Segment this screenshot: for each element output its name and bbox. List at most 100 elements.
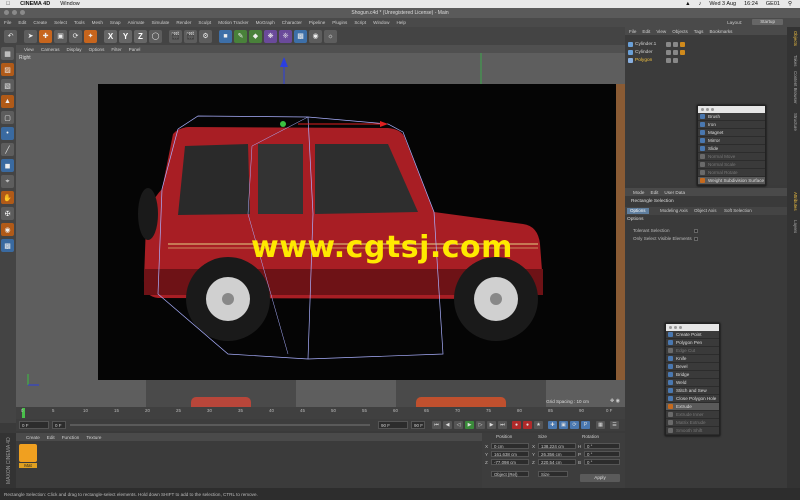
viewport-menu-filter[interactable]: Filter — [111, 47, 121, 52]
tweak-mode-icon[interactable]: ✋ — [1, 191, 14, 204]
wifi-icon[interactable]: ▲ — [685, 1, 690, 7]
size-x-field[interactable]: 138.224 cm — [538, 443, 576, 449]
material-menu-edit[interactable]: Edit — [47, 435, 55, 440]
material-menu-function[interactable]: Function — [62, 435, 80, 440]
material-manager[interactable]: Mat — [16, 441, 482, 488]
move-icon[interactable]: ✚ — [39, 29, 52, 43]
visibility-dot-icon[interactable] — [666, 58, 671, 63]
palette-item-extrude[interactable]: Extrude — [666, 403, 719, 411]
autokey-button[interactable]: ● — [523, 421, 532, 429]
scale-icon[interactable]: ▣ — [54, 29, 67, 43]
only-visible-checkbox[interactable] — [694, 237, 698, 241]
palette-item-polygon-pen[interactable]: Polygon Pen — [666, 339, 719, 347]
palette-item-magnet[interactable]: Magnet — [698, 129, 765, 137]
menu-plugins[interactable]: Plugins — [332, 20, 347, 25]
next-key-button[interactable]: ▶ — [487, 421, 496, 429]
tab-options[interactable]: Options — [627, 208, 649, 214]
rotate-icon[interactable]: ⟳ — [69, 29, 82, 43]
menu-mograph[interactable]: MoGraph — [256, 20, 275, 25]
rotation-b-field[interactable]: 0 ° — [584, 459, 620, 465]
palette-item-normal-scale[interactable]: Normal Scale — [698, 161, 765, 169]
palette-item-normal-move[interactable]: Normal Move — [698, 153, 765, 161]
palette-item-knife[interactable]: Knife — [666, 355, 719, 363]
material-name[interactable]: Mat — [19, 463, 37, 468]
tab-soft-selection[interactable]: Soft Selection — [721, 208, 755, 214]
polygons-mode-icon[interactable]: ◼ — [1, 159, 14, 172]
key-pla-button[interactable]: ▦ — [596, 421, 605, 429]
visibility-dot-icon[interactable] — [666, 42, 671, 47]
obj-menu-edit[interactable]: Edit — [642, 29, 650, 34]
floor-icon[interactable]: ▩ — [294, 29, 307, 43]
menu-file[interactable]: File — [4, 20, 11, 25]
position-x-field[interactable]: 0 cm — [491, 443, 529, 449]
viewport-menu-panel[interactable]: Panel — [129, 47, 141, 52]
zoom-window-button[interactable] — [20, 10, 25, 15]
record-key-button[interactable]: ● — [512, 421, 521, 429]
palette-item-stitch-sew[interactable]: Stitch and Sew — [666, 387, 719, 395]
viewport-menu-cameras[interactable]: Cameras — [41, 47, 60, 52]
range-slider[interactable] — [70, 424, 370, 426]
mac-app-name[interactable]: CINEMA 4D — [20, 1, 50, 7]
menu-simulate[interactable]: Simulate — [151, 20, 169, 25]
palette-item-edge-cut[interactable]: Edge Cut — [666, 347, 719, 355]
palette-item-bevel[interactable]: Bevel — [666, 363, 719, 371]
pan-icon[interactable]: ✥ — [610, 398, 614, 404]
menu-tools[interactable]: Tools — [74, 20, 85, 25]
palette-item-create-point[interactable]: Create Point — [666, 331, 719, 339]
material-menu-texture[interactable]: Texture — [86, 435, 101, 440]
axis-mode-icon[interactable]: ⌖ — [1, 175, 14, 188]
menu-edit[interactable]: Edit — [18, 20, 26, 25]
material-menu-create[interactable]: Create — [26, 435, 40, 440]
menu-select[interactable]: Select — [54, 20, 67, 25]
size-y-field[interactable]: 26.356 cm — [538, 451, 576, 457]
palette-item-smooth-shift[interactable]: Smooth Shift — [666, 427, 719, 435]
keyframe-selection-button[interactable]: ★ — [534, 421, 543, 429]
att-menu-edit[interactable]: Edit — [651, 190, 659, 195]
snap-icon[interactable]: ✠ — [1, 207, 14, 220]
object-name[interactable]: Cylinder — [635, 50, 653, 55]
tab-objects[interactable]: Objects — [790, 31, 798, 46]
palette-item-normal-rotate[interactable]: Normal Rotate — [698, 169, 765, 177]
obj-menu-file[interactable]: File — [629, 29, 636, 34]
menu-character[interactable]: Character — [282, 20, 302, 25]
volume-icon[interactable]: ♪ — [699, 1, 702, 7]
object-name[interactable]: Cylinder.1 — [635, 42, 656, 47]
undo-icon[interactable]: ↶ — [4, 29, 17, 43]
viewport-right[interactable]: Right Grid Spacing: 10 cm ✥ ◉ www.cgtsj… — [16, 53, 625, 407]
position-y-field[interactable]: 161.638 cm — [491, 451, 529, 457]
tab-layers[interactable]: Layers — [790, 220, 798, 233]
start-frame-field[interactable]: 0 F — [19, 421, 49, 429]
y-axis-lock-button[interactable]: Y — [119, 29, 132, 43]
select-arrow-icon[interactable]: ➤ — [24, 29, 37, 43]
previous-frame-button[interactable]: ◁ — [454, 421, 463, 429]
tab-object-axis[interactable]: Object Axis — [691, 208, 720, 214]
object-row-cylinder-1[interactable]: Cylinder.1 — [628, 41, 685, 48]
points-mode-icon[interactable]: • — [1, 127, 14, 140]
menu-motion-tracker[interactable]: Motion Tracker — [218, 20, 248, 25]
light-icon[interactable]: ☼ — [324, 29, 337, 43]
texture-tag-icon[interactable] — [680, 50, 685, 55]
timeline-menu-button[interactable]: ☰ — [610, 421, 619, 429]
rotation-p-field[interactable]: 0 ° — [584, 451, 620, 457]
menu-mesh[interactable]: Mesh — [92, 20, 103, 25]
workplane-icon[interactable]: ▧ — [1, 79, 14, 92]
lock-workplane-icon[interactable]: ◉ — [1, 223, 14, 236]
z-axis-lock-button[interactable]: Z — [134, 29, 147, 43]
model-mode-icon[interactable]: ▲ — [1, 95, 14, 108]
palette-item-mirror[interactable]: Mirror — [698, 137, 765, 145]
menu-script[interactable]: Script — [354, 20, 366, 25]
make-editable-icon[interactable]: ▦ — [1, 47, 14, 60]
obj-menu-bookmarks[interactable]: Bookmarks — [709, 29, 732, 34]
zoom-icon[interactable]: ◉ — [616, 398, 620, 404]
position-z-field[interactable]: -77.098 cm — [491, 459, 529, 465]
menu-create[interactable]: Create — [33, 20, 47, 25]
palette-item-weight-subdivision[interactable]: Weight Subdivision Surface — [698, 177, 765, 185]
menu-snap[interactable]: Snap — [110, 20, 121, 25]
coordinate-system-icon[interactable]: ◯ — [149, 29, 162, 43]
coordinate-mode-dropdown[interactable]: Object (Rel) — [491, 471, 529, 477]
size-mode-dropdown[interactable]: Size — [538, 471, 568, 477]
phong-tag-icon[interactable] — [673, 42, 678, 47]
apply-button[interactable]: Apply — [580, 474, 620, 482]
play-button[interactable]: ▶ — [465, 421, 474, 429]
phong-tag-icon[interactable] — [673, 58, 678, 63]
